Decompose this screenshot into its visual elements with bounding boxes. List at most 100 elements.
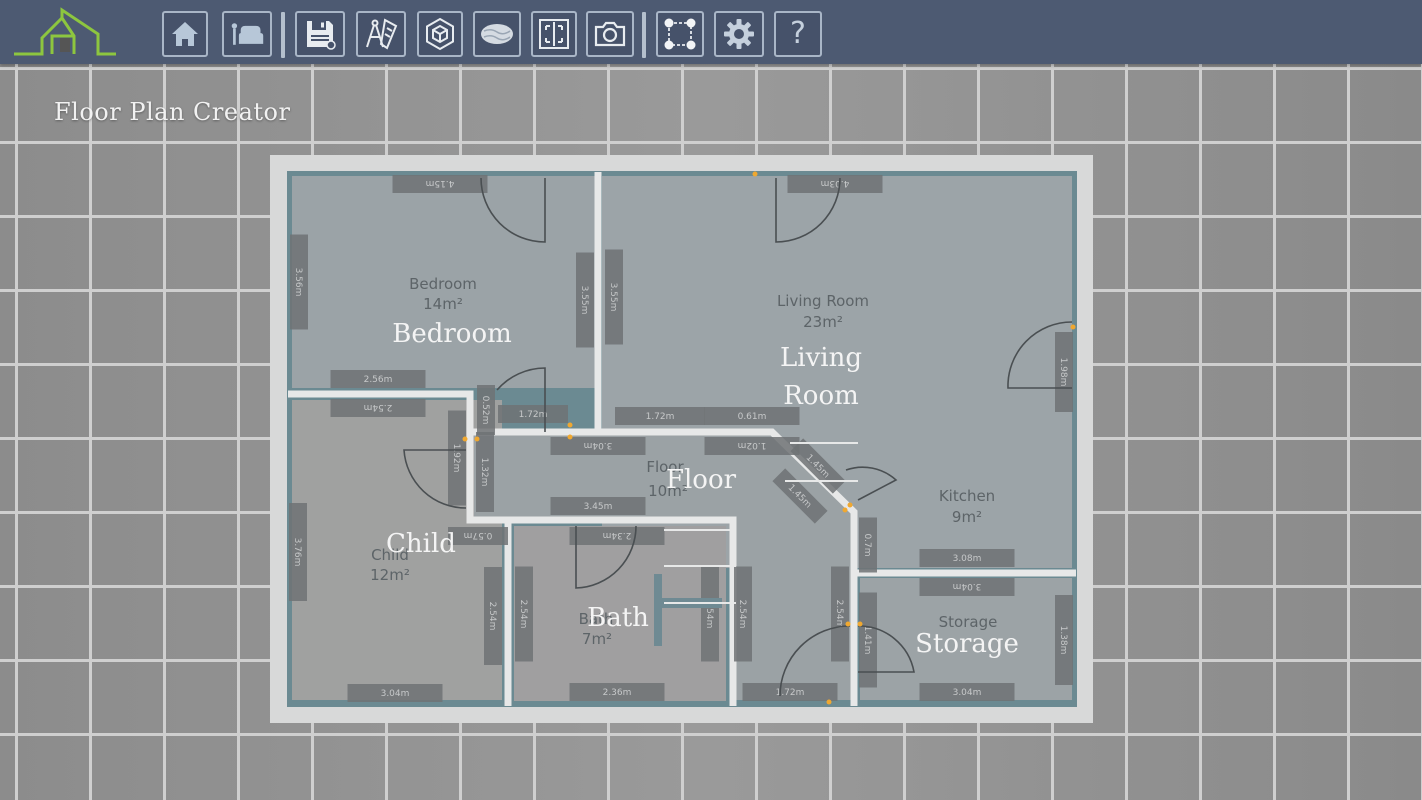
dimension-tag-text: 3.04m bbox=[953, 688, 982, 698]
room-label-floor[interactable]: Floor bbox=[666, 465, 737, 495]
dimension-tag-text: 2.34m bbox=[603, 530, 632, 540]
dimension-tag-hall-d[interactable]: 0.52m bbox=[477, 385, 495, 435]
screenshot-button[interactable] bbox=[586, 11, 634, 57]
cube-icon bbox=[426, 17, 454, 51]
dimension-tag-corridor-bottom[interactable]: 1.72m bbox=[742, 683, 838, 701]
dimension-tag-text: 3.04m bbox=[953, 581, 982, 591]
vertex-pin[interactable] bbox=[826, 699, 832, 705]
settings-button[interactable] bbox=[714, 11, 764, 57]
dimension-tag-text: 1.02m bbox=[738, 440, 767, 450]
vertex-pin[interactable] bbox=[857, 621, 863, 627]
vertex-pin[interactable] bbox=[474, 436, 480, 442]
vertex-pin[interactable] bbox=[752, 171, 758, 177]
texture-button[interactable] bbox=[473, 11, 521, 57]
dimension-tag-bedroom-right[interactable]: 3.55m bbox=[576, 252, 594, 348]
help-button[interactable]: ? bbox=[774, 11, 822, 57]
dimension-tag-text: 3.55m bbox=[579, 286, 589, 315]
dimension-tag-living-right[interactable]: 1.98m bbox=[1055, 332, 1073, 412]
camera-icon bbox=[594, 21, 626, 47]
vertex-pin[interactable] bbox=[1070, 324, 1076, 330]
furniture-button[interactable] bbox=[222, 11, 272, 57]
toolbar-separator bbox=[642, 12, 646, 58]
dimension-tag-text: 0.61m bbox=[738, 412, 767, 422]
dimension-tag-child-door[interactable]: 1.92m bbox=[448, 410, 466, 506]
dimension-tag-text: 3.04m bbox=[381, 689, 410, 699]
room-name-kitchen: Kitchen bbox=[939, 487, 995, 505]
dimension-tag-hall-a[interactable]: 1.72m bbox=[498, 405, 568, 423]
dimension-tag-storage-top[interactable]: 3.04m bbox=[919, 578, 1015, 596]
gear-icon bbox=[724, 19, 754, 49]
vertex-pin[interactable] bbox=[567, 434, 573, 440]
dimension-tag-bedroom-left[interactable]: 3.56m bbox=[290, 234, 308, 330]
floppy-disk-icon bbox=[307, 21, 336, 50]
room-label-living-2[interactable]: Room bbox=[783, 381, 859, 411]
vertex-pin[interactable] bbox=[847, 502, 853, 508]
dimension-tag-child-bottom[interactable]: 3.04m bbox=[347, 684, 443, 702]
select-corners-button[interactable] bbox=[656, 11, 704, 57]
dimension-tag-hall-b[interactable]: 1.72m bbox=[615, 407, 705, 425]
3d-view-button[interactable] bbox=[417, 11, 463, 57]
dimension-tag-kitchen-bottom[interactable]: 3.08m bbox=[919, 549, 1015, 567]
dimension-tag-child-left[interactable]: 3.76m bbox=[289, 503, 307, 601]
dimension-tag-storage-bottom[interactable]: 3.04m bbox=[919, 683, 1015, 701]
dimension-tag-child-inner[interactable]: 0.57m bbox=[448, 527, 508, 545]
dimension-tag-bedroom-bottom[interactable]: 2.56m bbox=[330, 370, 426, 388]
dimension-tag-text: 4.15m bbox=[426, 178, 455, 188]
app-title: Floor Plan Creator bbox=[54, 98, 291, 126]
dimension-tag-floor-bottom[interactable]: 3.45m bbox=[550, 497, 646, 515]
dimension-tag-floor-top2[interactable]: 1.02m bbox=[704, 437, 800, 455]
home-button[interactable] bbox=[162, 11, 208, 57]
corner-nodes-icon bbox=[664, 18, 696, 50]
save-button[interactable] bbox=[295, 11, 345, 57]
dimension-tag-text: 3.56m bbox=[293, 268, 303, 297]
house-outline-logo-icon[interactable] bbox=[12, 6, 118, 58]
dimension-tag-child-right[interactable]: 2.54m bbox=[484, 567, 502, 665]
dimension-tag-text: 0.57m bbox=[464, 530, 493, 540]
dimension-tag-bath-left[interactable]: 2.54m bbox=[515, 566, 533, 662]
vertex-pin[interactable] bbox=[567, 422, 573, 428]
dimension-tag-living-top[interactable]: 4.03m bbox=[787, 175, 883, 193]
room-label-storage[interactable]: Storage bbox=[915, 629, 1019, 659]
room-label-child[interactable]: Child bbox=[386, 529, 456, 559]
dimension-tag-bath-bottom[interactable]: 2.36m bbox=[569, 683, 665, 701]
room-area-bedroom: 14m² bbox=[423, 295, 463, 313]
dimension-tag-storage-left[interactable]: 1.41m bbox=[859, 592, 877, 688]
dimension-tag-child-top[interactable]: 2.54m bbox=[330, 399, 426, 417]
dimension-tag-bath-right[interactable]: 2.54m bbox=[701, 566, 719, 662]
top-toolbar: ? bbox=[0, 0, 1422, 64]
room-label-bedroom[interactable]: Bedroom bbox=[392, 319, 512, 349]
dimension-tag-living-left[interactable]: 3.55m bbox=[605, 249, 623, 345]
dimension-tag-text: 0.52m bbox=[480, 396, 490, 425]
dimension-tag-text: 3.55m bbox=[608, 283, 618, 312]
dimension-tag-text: 1.72m bbox=[519, 410, 548, 420]
dimension-tag-corridor-right[interactable]: 2.54m bbox=[831, 566, 849, 662]
dimension-tag-storage-right[interactable]: 1.38m bbox=[1055, 595, 1073, 685]
dimension-tag-text: 1.72m bbox=[646, 412, 675, 422]
room-name-bedroom: Bedroom bbox=[409, 275, 477, 293]
dimension-tag-text: 3.76m bbox=[292, 538, 302, 567]
room-area-child: 12m² bbox=[370, 566, 410, 584]
drawing-tools-button[interactable] bbox=[356, 11, 406, 57]
dimension-tag-text: 2.56m bbox=[364, 375, 393, 385]
dimension-tag-text: 1.41m bbox=[862, 626, 872, 655]
dimension-tag-text: 1.38m bbox=[1058, 626, 1068, 655]
texture-swatch-icon bbox=[481, 24, 513, 44]
dimension-tag-bath-right2[interactable]: 2.54m bbox=[734, 566, 752, 662]
dimension-tag-text: 2.54m bbox=[737, 600, 747, 629]
room-label-living-1[interactable]: Living bbox=[780, 343, 862, 373]
dimension-tag-bath-top[interactable]: 2.34m bbox=[569, 527, 665, 545]
vertex-pin[interactable] bbox=[842, 507, 848, 513]
vertex-pin[interactable] bbox=[462, 436, 468, 442]
dimension-tag-bedroom-top[interactable]: 4.15m bbox=[392, 175, 488, 193]
dimension-tag-floor-top[interactable]: 3.04m bbox=[550, 437, 646, 455]
room-label-bath[interactable]: Bath bbox=[587, 603, 649, 633]
dimension-tag-text: 2.54m bbox=[834, 600, 844, 629]
dimension-tag-text: 1.98m bbox=[1058, 358, 1068, 387]
dimension-tag-text: 3.04m bbox=[584, 440, 613, 450]
home-icon bbox=[172, 22, 198, 46]
dimension-tag-kitchen-left[interactable]: 0.7m bbox=[859, 517, 877, 573]
vertex-pin[interactable] bbox=[845, 621, 851, 627]
room-area-living: 23m² bbox=[803, 313, 843, 331]
dimension-tag-floor-left[interactable]: 1.32m bbox=[476, 432, 494, 512]
fit-view-button[interactable] bbox=[531, 11, 577, 57]
